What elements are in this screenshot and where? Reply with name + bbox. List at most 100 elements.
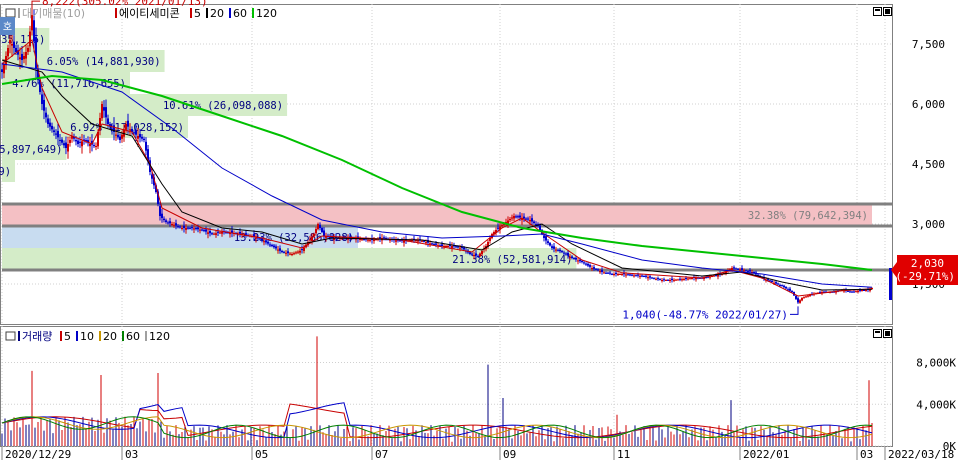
candle-body (669, 280, 671, 281)
candle-body (643, 275, 645, 277)
candle-body (323, 230, 325, 236)
candle-body (89, 144, 91, 147)
candle-body (851, 291, 853, 293)
candle-body (207, 232, 209, 234)
maximize-icon[interactable] (873, 7, 882, 16)
candle-body (747, 270, 749, 272)
candle-body (219, 232, 221, 234)
candle-body (511, 217, 513, 219)
candle-body (799, 300, 801, 303)
candle-body (273, 245, 275, 248)
candle-body (287, 251, 289, 254)
candle-body (379, 237, 381, 239)
legend-label: 5 (194, 7, 201, 20)
candle-body (575, 257, 577, 260)
legend-swatch (190, 8, 192, 18)
candle-body (159, 206, 161, 216)
candle-body (655, 278, 657, 280)
candle-body (717, 274, 719, 277)
candle-body (285, 252, 287, 254)
candle-body (133, 132, 135, 134)
candle-body (45, 112, 47, 118)
candle-body (259, 238, 261, 240)
candle-body (171, 224, 173, 225)
legend-label: 5 (64, 330, 71, 343)
candle-body (741, 268, 743, 270)
legend-label: 20 (103, 330, 117, 343)
candle-body (527, 218, 529, 220)
candle-body (795, 295, 797, 299)
candle-body (631, 274, 633, 276)
legend-label: 대기매물(10) (22, 7, 85, 20)
volume-close-icon[interactable] (883, 329, 892, 338)
candle-body (43, 99, 45, 111)
candle-body (603, 272, 605, 274)
date-tick-label: 11 (617, 448, 630, 461)
candle-body (27, 48, 29, 52)
candle-body (599, 271, 601, 273)
candle-body (583, 262, 585, 264)
candle-body (457, 246, 459, 248)
candle-body (295, 252, 297, 254)
legend-swatch (99, 331, 101, 341)
close-icon[interactable] (883, 7, 892, 16)
candle-body (555, 249, 557, 251)
volume-maximize-icon[interactable] (873, 329, 882, 338)
candle-body (855, 291, 857, 293)
price-tick-label: 7,500 (912, 38, 945, 51)
volume-profile-label: 6.05% (14,881,930) (47, 56, 161, 68)
candle-body (563, 252, 565, 254)
candle-body (667, 279, 669, 281)
candle-body (107, 118, 109, 124)
candle-body (383, 237, 385, 239)
price-legend-icon (5, 8, 16, 18)
candle-body (9, 40, 11, 44)
candle-body (677, 279, 679, 281)
candle-body (51, 125, 53, 130)
candle-body (185, 228, 187, 230)
legend-label: 10 (80, 330, 94, 343)
candle-body (63, 143, 65, 146)
candle-body (665, 280, 667, 281)
candle-body (775, 282, 777, 284)
date-tick-label: 05 (255, 448, 268, 461)
candle-body (709, 276, 711, 278)
candle-body (117, 134, 119, 138)
candle-body (101, 104, 103, 119)
candle-body (479, 253, 481, 257)
legend-swatch (206, 8, 208, 18)
candle-body (715, 275, 717, 277)
candle-body (21, 53, 23, 60)
candle-body (739, 269, 741, 271)
candle-body (857, 290, 859, 292)
candle-body (777, 283, 779, 285)
candle-body (687, 278, 689, 280)
legend-label: 120 (256, 7, 277, 20)
price-axis: 7,5006,0004,5003,0001,500 (912, 38, 945, 291)
side-button[interactable]: 호 (0, 17, 15, 35)
candle-body (239, 231, 241, 234)
candle-body (81, 141, 83, 147)
candle-body (275, 246, 277, 249)
candle-body (551, 246, 553, 248)
candle-body (19, 57, 21, 60)
candle-body (317, 224, 319, 230)
candle-body (865, 290, 867, 291)
candle-body (771, 280, 773, 282)
candle-body (585, 263, 587, 265)
candle-body (95, 146, 97, 147)
legend-swatch (252, 8, 254, 18)
candle-body (653, 278, 655, 280)
candle-body (587, 263, 589, 266)
candle-body (519, 215, 521, 218)
candle-body (781, 285, 783, 287)
candle-body (431, 243, 433, 245)
candle-body (805, 296, 807, 298)
candle-body (59, 139, 61, 141)
candle-body (571, 256, 573, 258)
candle-body (469, 252, 471, 254)
candle-body (625, 274, 627, 276)
candle-body (581, 260, 583, 262)
candle-body (547, 241, 549, 243)
candle-body (647, 277, 649, 279)
